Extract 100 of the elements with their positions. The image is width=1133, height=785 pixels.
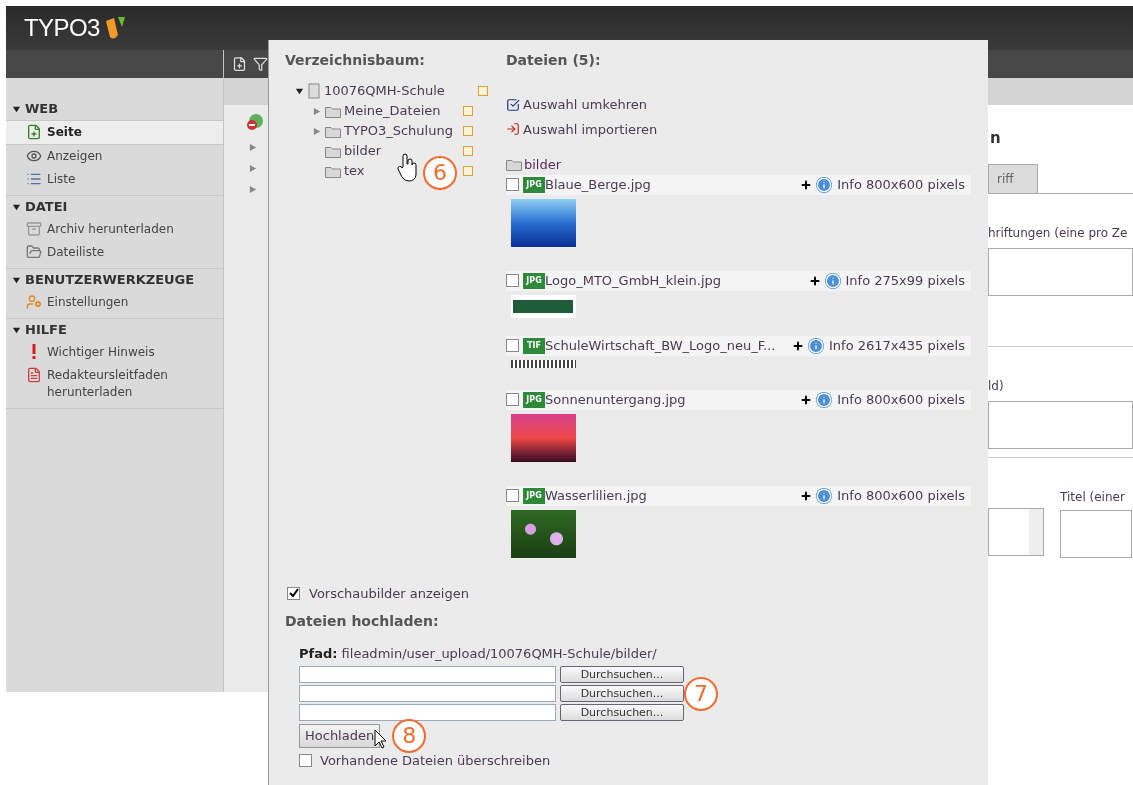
tree-item[interactable]: TYPO3_Schulung (344, 121, 460, 141)
sidebar-item[interactable]: Dateiliste (6, 241, 223, 264)
step-number: 6 (423, 156, 457, 190)
section-title: Dateien hochladen: (285, 612, 440, 631)
action-link[interactable]: Auswahl importieren (523, 119, 658, 139)
file-type-icon: JPG (523, 487, 545, 504)
tree-item[interactable]: 10076QMH-Schule (324, 81, 474, 101)
browse-button[interactable]: Durchsuchen... (560, 703, 684, 721)
tree-item[interactable]: Meine_Dateien (344, 101, 460, 121)
field-label: ld) (988, 377, 1005, 395)
input-field[interactable] (1060, 509, 1132, 558)
sidebar-item[interactable]: Redakteursleitfaden herunterladen (6, 364, 223, 404)
tab[interactable]: riff (988, 163, 1038, 193)
logo-icon (103, 15, 126, 41)
file-name: Blaue_Berge.jpg (545, 175, 652, 194)
sidebar-item[interactable]: Anzeigen (6, 145, 223, 168)
folder-name: bilder (524, 156, 562, 174)
sidebar-item[interactable]: Einstellungen (6, 291, 223, 314)
photo-placeholder (511, 413, 576, 462)
file-name: SchuleWirtschaft_BW_Logo_neu_F... (545, 336, 777, 355)
expand-icon[interactable] (249, 185, 258, 194)
folder-icon (26, 244, 42, 260)
field-label: hriftungen (eine pro Ze (988, 224, 1129, 242)
section-header[interactable]: HILFE (25, 320, 67, 340)
file-input-field[interactable] (299, 684, 556, 702)
checkbox[interactable] (506, 489, 519, 502)
section-caret-icon[interactable] (12, 104, 21, 114)
server-icon (308, 83, 320, 99)
list-icon (26, 171, 42, 187)
plus-icon[interactable] (808, 274, 821, 287)
section-title: Dateien (5): (506, 51, 602, 70)
file-input-field[interactable] (299, 703, 556, 721)
sidebar-item[interactable]: Wichtiger Hinweis (6, 341, 223, 364)
import-arrow-icon (506, 122, 520, 137)
folder-icon (325, 144, 341, 158)
checkbox[interactable] (506, 274, 519, 287)
checkbox[interactable] (299, 753, 312, 767)
browse-button[interactable]: Durchsuchen... (560, 665, 684, 683)
logo-text: TYPO3 (24, 13, 100, 43)
heading-text: n (990, 128, 1002, 149)
file-row[interactable]: JPG Wasserlilien.jpg Info 800x600 pixels (506, 485, 971, 506)
file-type-icon: JPG (523, 272, 545, 289)
sidebar-item[interactable]: Liste (6, 168, 223, 191)
section-caret-icon[interactable] (12, 202, 21, 212)
checkbox-label: Vorschaubilder anzeigen (309, 584, 469, 603)
upload-button[interactable]: Hochladen (299, 723, 381, 748)
sidebar-item[interactable]: Archiv herunterladen (6, 218, 223, 241)
file-name: Wasserlilien.jpg (545, 486, 648, 505)
expand-icon[interactable] (249, 164, 258, 173)
browse-button[interactable]: Durchsuchen... (560, 684, 684, 702)
expand-icon[interactable] (249, 143, 258, 152)
plus-icon[interactable] (800, 489, 813, 502)
file-type-icon: TIF (523, 337, 545, 354)
file-row[interactable]: JPG Blaue_Berge.jpg Info 800x600 pixels (506, 174, 971, 195)
checkbox[interactable] (506, 178, 519, 191)
filter-icon[interactable] (253, 56, 268, 72)
file-info: Info 2617x435 pixels (829, 336, 965, 355)
check-square-icon (506, 97, 520, 112)
photo-placeholder (511, 198, 576, 247)
section-header[interactable]: DATEI (25, 197, 68, 217)
file-row[interactable]: JPG Logo_MTO_GmbH_klein.jpg Info 275x99 pixels (506, 270, 971, 291)
section-caret-icon[interactable] (12, 325, 21, 335)
pdf-icon (26, 367, 42, 383)
new-page-icon[interactable] (232, 56, 247, 72)
folder-icon (506, 158, 522, 172)
checkbox[interactable] (506, 339, 519, 352)
photo-placeholder (511, 509, 576, 558)
section-header[interactable]: WEB (25, 99, 59, 119)
section-caret-icon[interactable] (12, 275, 21, 285)
globe-icon (246, 113, 264, 131)
exclamation-icon (31, 344, 37, 360)
checkbox[interactable] (287, 586, 300, 600)
field-label: Titel (einer (1060, 488, 1126, 506)
upload-path: Pfad: fileadmin/user_upload/10076QMH-Schule/bilder/ (299, 645, 658, 663)
file-row[interactable]: JPG Sonnenuntergang.jpg Info 800x600 pixels (506, 389, 971, 410)
input-field[interactable] (988, 400, 1133, 449)
plus-icon[interactable] (800, 393, 813, 406)
step-number: 7 (684, 676, 718, 711)
arrow-cursor-icon (374, 728, 389, 749)
input-field[interactable] (988, 247, 1133, 296)
file-row[interactable]: TIF SchuleWirtschaft_BW_Logo_neu_F... Info 2617x435 pixels (506, 335, 971, 356)
file-info: Info 275x99 pixels (845, 271, 965, 290)
logo-placeholder (511, 294, 576, 318)
tree-caret-icon[interactable] (295, 86, 304, 96)
section-header[interactable]: BENUTZERWERKZEUGE (25, 270, 195, 290)
file-name: Logo_MTO_GmbH_klein.jpg (545, 271, 723, 290)
sidebar-item[interactable]: Seite (6, 120, 223, 145)
file-name: Sonnenuntergang.jpg (545, 390, 687, 409)
text-area[interactable] (988, 507, 1044, 556)
logo-placeholder (511, 359, 576, 368)
file-input-field[interactable] (299, 665, 556, 683)
action-link[interactable]: Auswahl umkehren (523, 95, 647, 115)
plus-icon[interactable] (800, 178, 813, 191)
plus-icon[interactable] (792, 339, 804, 352)
file-info: Info 800x600 pixels (837, 390, 965, 409)
folder-icon (325, 124, 341, 138)
archive-icon (26, 221, 42, 237)
eye-icon (26, 148, 42, 164)
checkbox[interactable] (506, 393, 519, 406)
section-title: Verzeichnisbaum: (285, 51, 426, 70)
